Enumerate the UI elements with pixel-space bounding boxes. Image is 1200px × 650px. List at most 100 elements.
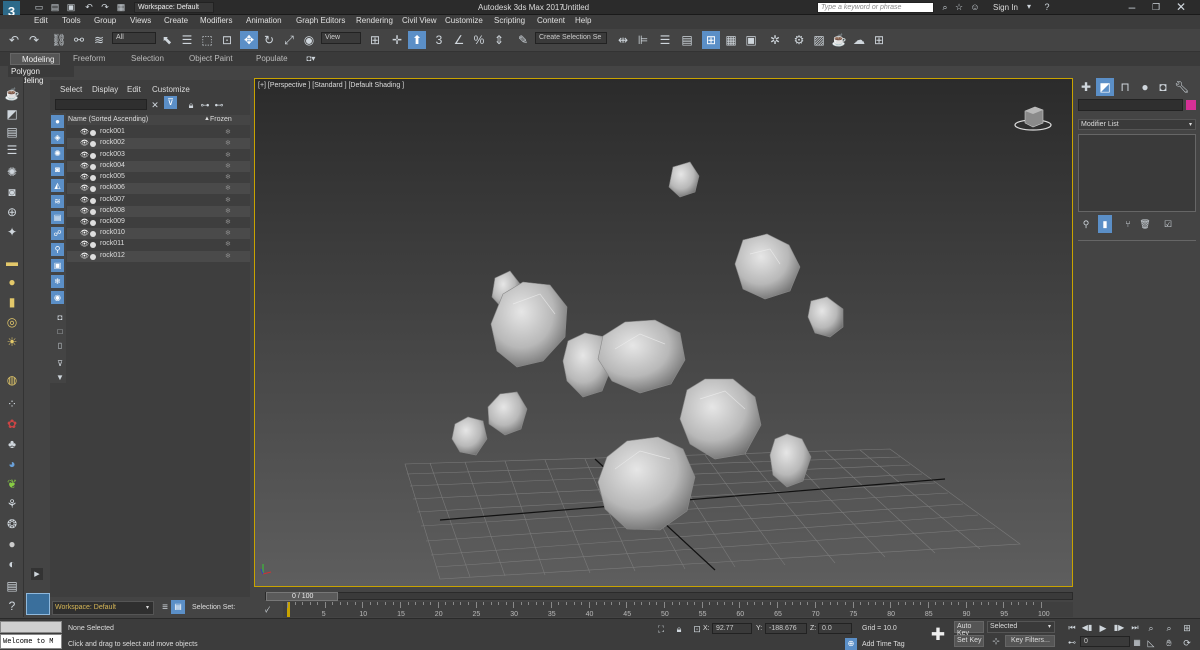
time-tag-icon[interactable]: ⊕ bbox=[845, 638, 857, 650]
scene-explorer-icon[interactable]: ⊞ bbox=[702, 31, 720, 49]
freeze-snowflake-icon[interactable]: ❄ bbox=[225, 218, 231, 226]
display-tab-icon[interactable]: ◘ bbox=[1154, 78, 1172, 96]
key-mode-toggle-icon[interactable]: ⊷ bbox=[1063, 634, 1081, 650]
explorer-menu-edit[interactable]: Edit bbox=[127, 85, 141, 94]
render-production-icon[interactable]: ☕ bbox=[830, 31, 848, 49]
freeze-snowflake-icon[interactable]: ❄ bbox=[225, 139, 231, 147]
scene-explorer-toggle-icon[interactable]: ▤ bbox=[171, 600, 185, 614]
particles-icon[interactable]: ⁘ bbox=[3, 395, 21, 413]
list-item[interactable]: 👁︎ rock010 ❄ bbox=[67, 228, 250, 239]
visibility-eye-icon[interactable]: 👁︎ bbox=[80, 139, 89, 147]
set-key-big-icon[interactable]: ✚ bbox=[928, 624, 948, 644]
time-slider[interactable]: 0 / 100 bbox=[265, 592, 1073, 601]
display-shapes-icon[interactable]: ◈ bbox=[51, 131, 64, 144]
toggle-ribbon-icon[interactable]: ▤ bbox=[678, 31, 696, 49]
tab-selection[interactable]: Selection bbox=[131, 54, 164, 63]
selection-filter-dropdown[interactable]: All bbox=[112, 32, 156, 44]
maxscript-listener-output[interactable]: Welcome to M bbox=[0, 634, 62, 649]
visibility-eye-icon[interactable]: 👁︎ bbox=[80, 162, 89, 170]
workspace-dropdown[interactable]: Workspace: Default bbox=[134, 2, 214, 13]
list-item[interactable]: 👁︎ rock001 ❄ bbox=[67, 127, 250, 138]
viewport-layout-tab[interactable] bbox=[26, 593, 50, 615]
help-circle-icon[interactable]: ? bbox=[3, 597, 21, 615]
search-input[interactable]: Type a keyword or phrase bbox=[817, 2, 934, 13]
show-end-result-icon[interactable]: ▮ bbox=[1098, 215, 1112, 233]
pan-icon[interactable]: ✋︎ bbox=[1160, 634, 1178, 650]
unlink-icon[interactable]: ⚯ bbox=[70, 31, 88, 49]
freeze-snowflake-icon[interactable]: ❄ bbox=[225, 173, 231, 181]
torus-icon[interactable]: ◎ bbox=[3, 313, 21, 331]
modifier-stack[interactable] bbox=[1078, 134, 1196, 212]
space-warp-icon[interactable]: ✦ bbox=[3, 223, 21, 241]
list-item[interactable]: 👁︎ rock002 ❄ bbox=[67, 138, 250, 149]
edit-named-selection-icon[interactable]: ✎ bbox=[514, 31, 532, 49]
freeze-snowflake-icon[interactable]: ❄ bbox=[225, 128, 231, 136]
menu-create[interactable]: Create bbox=[164, 16, 188, 25]
list-item[interactable]: 👁︎ rock007 ❄ bbox=[67, 195, 250, 206]
configure-sets-icon[interactable]: ☑ bbox=[1159, 215, 1177, 233]
remove-modifier-icon[interactable]: 🗑︎ bbox=[1136, 215, 1154, 233]
select-by-name-icon[interactable]: ☰ bbox=[178, 31, 196, 49]
sort-icon[interactable]: ⊷ bbox=[210, 96, 228, 114]
visibility-eye-icon[interactable]: 👁︎ bbox=[80, 151, 89, 159]
explorer-expand-icon[interactable]: ▶ bbox=[31, 568, 43, 580]
camera-icon[interactable]: ◙ bbox=[3, 183, 21, 201]
y-coordinate-field[interactable]: -188.676 bbox=[765, 623, 807, 634]
explorer-menu-select[interactable]: Select bbox=[60, 85, 82, 94]
globe-icon[interactable]: ◕ bbox=[3, 455, 21, 473]
save-file-icon[interactable]: ▣ bbox=[62, 0, 80, 16]
undo-icon[interactable]: ↶ bbox=[5, 31, 23, 49]
box-icon[interactable]: ▬ bbox=[3, 253, 21, 271]
menu-views[interactable]: Views bbox=[130, 16, 151, 25]
explorer-menu-display[interactable]: Display bbox=[92, 85, 118, 94]
modify-tab-icon[interactable]: ◩ bbox=[1096, 78, 1114, 96]
object-color-swatch[interactable] bbox=[1186, 100, 1196, 110]
minimize-icon[interactable]: – bbox=[1123, 0, 1141, 16]
tab-modeling[interactable]: Modeling bbox=[10, 53, 60, 65]
modifier-list-dropdown[interactable]: Modifier List ▾ bbox=[1078, 119, 1196, 130]
explorer-workspace-dropdown[interactable]: Workspace: Default ▾ bbox=[52, 601, 154, 615]
column-name-header[interactable]: Name (Sorted Ascending) bbox=[68, 116, 148, 123]
display-xrefs-icon[interactable]: ☍ bbox=[51, 227, 64, 240]
snap-toggle-icon[interactable]: 3 bbox=[430, 31, 448, 49]
menu-help[interactable]: Help bbox=[575, 16, 591, 25]
tab-freeform[interactable]: Freeform bbox=[73, 54, 105, 63]
visibility-eye-icon[interactable]: 👁︎ bbox=[80, 229, 89, 237]
visibility-eye-icon[interactable]: 👁︎ bbox=[80, 207, 89, 215]
display-cameras-icon[interactable]: ◙ bbox=[51, 163, 64, 176]
chevron-down-icon[interactable]: ▾ bbox=[1020, 0, 1038, 16]
key-filter-small-icon[interactable]: ⊹ bbox=[987, 632, 1005, 650]
hierarchy-tab-icon[interactable]: ⊓ bbox=[1116, 78, 1134, 96]
sign-in-link[interactable]: Sign In bbox=[993, 3, 1018, 12]
scale-icon[interactable]: ⤢ bbox=[280, 31, 298, 49]
keyboard-shortcut-toggle-icon[interactable]: ⬆ bbox=[408, 31, 426, 49]
list-item[interactable]: 👁︎ rock003 ❄ bbox=[67, 150, 250, 161]
menu-content[interactable]: Content bbox=[537, 16, 565, 25]
display-lights-icon[interactable]: ✺ bbox=[51, 147, 64, 160]
menu-graph-editors[interactable]: Graph Editors bbox=[296, 16, 345, 25]
visibility-eye-icon[interactable]: 👁︎ bbox=[80, 173, 89, 181]
tab-populate[interactable]: Populate bbox=[256, 54, 288, 63]
teapot-icon[interactable]: ☕ bbox=[3, 85, 21, 103]
sphere-icon[interactable]: ● bbox=[3, 273, 21, 291]
filter-icon[interactable]: ⊽ bbox=[164, 96, 177, 109]
freeze-snowflake-icon[interactable]: ❄ bbox=[225, 196, 231, 204]
list-item[interactable]: 👁︎ rock005 ❄ bbox=[67, 172, 250, 183]
visibility-eye-icon[interactable]: 👁︎ bbox=[80, 128, 89, 136]
redo-icon[interactable]: ↷ bbox=[25, 31, 43, 49]
swirl-icon[interactable]: ❂ bbox=[3, 515, 21, 533]
menu-edit[interactable]: Edit bbox=[34, 16, 48, 25]
spinner-snap-icon[interactable]: ⇕ bbox=[490, 31, 508, 49]
list-item[interactable]: 👁︎ rock012 ❄ bbox=[67, 251, 250, 262]
render-icon[interactable]: ◐ bbox=[3, 555, 21, 573]
named-selection-dropdown[interactable]: Create Selection Se bbox=[535, 32, 607, 44]
helper-icon[interactable]: ⊕ bbox=[3, 203, 21, 221]
tree-icon[interactable]: ♣ bbox=[3, 435, 21, 453]
sun-icon[interactable]: ☀ bbox=[3, 333, 21, 351]
place-icon[interactable]: ◉ bbox=[300, 31, 318, 49]
make-unique-icon[interactable]: ⑂ bbox=[1119, 215, 1137, 233]
reference-coordinate-dropdown[interactable]: View bbox=[321, 32, 361, 44]
freeze-snowflake-icon[interactable]: ❄ bbox=[225, 252, 231, 260]
auto-key-button[interactable]: Auto Key bbox=[954, 621, 984, 637]
window-crossing-icon[interactable]: ⊡ bbox=[218, 31, 236, 49]
